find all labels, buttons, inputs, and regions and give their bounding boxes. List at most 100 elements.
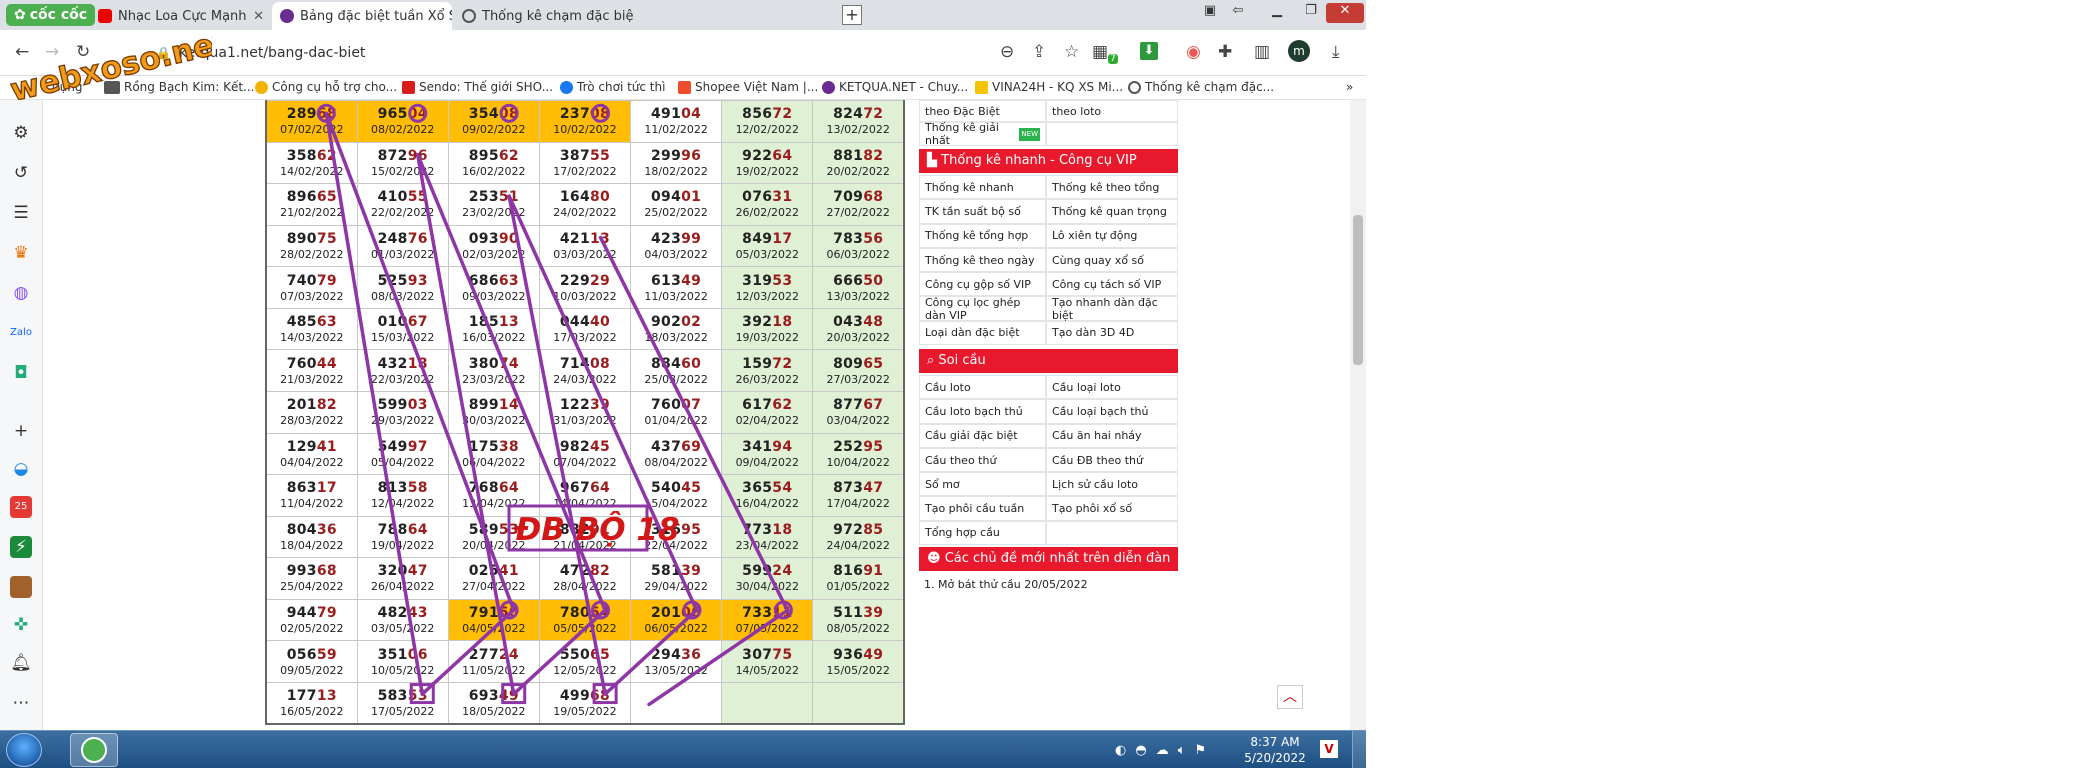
close-icon[interactable]: ✕	[253, 9, 264, 24]
sidebar-tool-link[interactable]: Sổ mơ	[919, 472, 1046, 497]
sidebar-tool-link[interactable]: Thống kê tổng hợp	[919, 223, 1046, 248]
link-theo-loto[interactable]: theo loto	[1046, 100, 1178, 122]
bookmark-vina24h[interactable]: VINA24H - KQ XS Mi...	[975, 80, 1123, 94]
sidebar-tool-link[interactable]: Thống kê quan trọng	[1046, 199, 1178, 224]
coccoc-logo[interactable]: ✿ cốc cốc	[6, 4, 96, 26]
windows-start-button[interactable]	[6, 733, 42, 767]
notification-v-icon[interactable]: V	[1320, 740, 1338, 758]
back-icon[interactable]: ←	[15, 42, 29, 62]
history-icon[interactable]: ↺	[10, 162, 32, 184]
result-cell: 85672 12/02/2022	[721, 100, 814, 143]
sidebar-tool-link[interactable]: Công cụ tách số VIP	[1046, 272, 1178, 297]
tab-thong-ke[interactable]: Thống kê chạm đặc biệt ngà ✕	[454, 2, 634, 30]
crown-icon[interactable]: ♛	[10, 242, 32, 264]
back-arrow-icon[interactable]: ⇦	[1228, 3, 1248, 23]
back-to-top-button[interactable]: ︿	[1277, 685, 1303, 709]
messenger-icon[interactable]: ◍	[10, 282, 32, 304]
sidebar-tool-link[interactable]: Cầu theo thứ	[919, 447, 1046, 473]
avatar[interactable]: m	[1288, 40, 1310, 62]
wifi-icon[interactable]: ◒	[10, 458, 32, 480]
sidebar-tool-link[interactable]: Công cụ gộp số VIP	[919, 272, 1046, 297]
forum-item[interactable]: 1. Mở bát thử cầu 20/05/2022	[919, 573, 1178, 595]
taskbar-clock[interactable]: 8:37 AM 5/20/2022	[1240, 734, 1310, 766]
gear-icon[interactable]: ⚙	[10, 122, 32, 144]
zoom-icon[interactable]: ⊖	[1000, 42, 1014, 62]
bookmark-thong-ke[interactable]: Thống kê chạm đặc...	[1128, 80, 1274, 94]
link-thong-ke-giai-nhat[interactable]: Thống kê giải nhất NEW	[919, 121, 1046, 147]
sidebar-tool-link[interactable]: Tạo phôi xổ số	[1046, 496, 1178, 521]
sale-icon[interactable]: 25	[10, 496, 32, 518]
reload-icon[interactable]: ↻	[76, 42, 90, 62]
sidebar-toggle-icon[interactable]: ▥	[1254, 42, 1270, 62]
result-cell: 04348 20/03/2022	[812, 307, 905, 351]
result-date: 05/04/2022	[371, 455, 435, 469]
lightning-icon[interactable]: ⚡	[10, 536, 32, 558]
share-icon[interactable]: ⇪	[1032, 42, 1046, 62]
bookmark-apps[interactable]: dụng	[52, 80, 82, 94]
bookmark-tro-choi[interactable]: Trò chơi tức thì	[560, 80, 665, 94]
bookmark-rong-bach-kim[interactable]: Rồng Bạch Kim: Kết...	[104, 80, 254, 94]
sidebar-tool-link[interactable]: Lịch sử cầu loto	[1046, 472, 1178, 497]
forward-icon[interactable]: →	[45, 42, 59, 62]
color-wheel-icon[interactable]: ◉	[1186, 42, 1201, 62]
sidebar-tool-link[interactable]: Cầu giải đặc biệt	[919, 423, 1046, 448]
chrome-extension-icon[interactable]: ✜	[10, 614, 32, 636]
bell-icon[interactable]: 🔔︎	[10, 652, 32, 674]
sidebar-tool-link[interactable]: Lô xiên tự động	[1046, 223, 1178, 248]
result-cell: 02541 27/04/2022	[447, 557, 540, 600]
window-icon[interactable]: ▣	[1200, 3, 1220, 23]
scrollbar-thumb[interactable]	[1353, 215, 1363, 365]
sidebar-tool-link[interactable]: Công cụ lọc ghép dàn VIP	[919, 296, 1046, 322]
bookmark-ketqua[interactable]: KETQUA.NET - Chuy...	[822, 80, 968, 94]
sidebar-tool-link[interactable]: Cầu loại loto	[1046, 375, 1178, 400]
close-window-button[interactable]: ✕	[1326, 3, 1364, 23]
new-tab-button[interactable]: +	[842, 5, 862, 25]
sidebar-tool-link[interactable]: Tạo phôi cầu tuần	[919, 496, 1046, 521]
sidebar-tool-link[interactable]: Loại dàn đặc biệt	[919, 320, 1046, 346]
more-icon[interactable]: ⋯	[10, 692, 32, 714]
game-avatar-icon[interactable]	[10, 576, 32, 598]
taskbar-coccoc-app[interactable]	[70, 733, 118, 767]
network-globe-icon[interactable]: ◐	[1115, 743, 1126, 758]
url-text[interactable]: ketqua1.net/bang-dac-biet	[179, 45, 365, 61]
cloud-icon[interactable]: ☁	[1156, 743, 1169, 758]
sidebar-tool-link[interactable]: Cầu ĐB theo thứ	[1046, 447, 1178, 473]
bookmark-shopee[interactable]: Shopee Việt Nam |...	[678, 80, 818, 94]
tray-app-icon[interactable]: ◓	[1135, 743, 1146, 758]
star-icon[interactable]: ☆	[1064, 42, 1079, 62]
sidebar-tool-link[interactable]: Tạo nhanh dàn đặc biệt	[1046, 296, 1178, 322]
sidebar-tool-link[interactable]: Tạo dàn 3D 4D	[1046, 320, 1178, 346]
link-theo-dac-biet[interactable]: theo Đặc Biệt	[919, 100, 1046, 122]
download-green-icon[interactable]: ⬇	[1140, 42, 1158, 60]
sidebar-tool-link[interactable]: TK tần suất bộ số	[919, 199, 1046, 224]
bookmark-sendo[interactable]: Sendo: Thế giới SHO...	[402, 80, 553, 94]
restore-button[interactable]: ❐	[1296, 3, 1326, 23]
minimize-button[interactable]: ▁	[1262, 3, 1292, 23]
tab-bang-dac-biet[interactable]: Bảng đặc biệt tuần Xổ Số Tru ✕	[272, 2, 452, 30]
sidebar-tool-link[interactable]: Cầu ăn hai nháy	[1046, 423, 1178, 448]
sidebar-tool-link[interactable]: Cầu loto	[919, 375, 1046, 400]
list-icon[interactable]: ☰	[10, 202, 32, 224]
sidebar-tool-link[interactable]: Cùng quay xổ số	[1046, 247, 1178, 273]
sidebar-tool-link[interactable]: Thống kê theo tổng	[1046, 175, 1178, 200]
speaker-icon[interactable]: 🔈︎	[1178, 743, 1186, 758]
tab-youtube[interactable]: Nhạc Loa Cực Mạnh ✕	[90, 2, 272, 30]
show-desktop-button[interactable]	[1352, 731, 1366, 768]
result-cell: 31695 22/04/2022	[630, 515, 723, 559]
flag-icon[interactable]: ⚑	[1195, 743, 1207, 758]
scrollbar[interactable]	[1350, 100, 1366, 730]
sidebar-tool-link[interactable]: Tổng hợp cầu	[919, 520, 1046, 546]
address-bar[interactable]: 🔒 ketqua1.net/bang-dac-biet	[156, 39, 1136, 67]
add-icon[interactable]: +	[10, 420, 32, 442]
sidebar-tool-link[interactable]: Cầu loại bạch thủ	[1046, 399, 1178, 424]
bookmarks-more-button[interactable]: »	[1346, 80, 1353, 94]
zalo-icon[interactable]: Zalo	[10, 322, 32, 344]
bookmark-cong-cu[interactable]: Công cụ hỗ trợ cho...	[255, 80, 397, 94]
sidebar-tool-link[interactable]: Thống kê theo ngày	[919, 247, 1046, 273]
puzzle-icon[interactable]: ✚	[1218, 42, 1232, 62]
gamepad-icon[interactable]: ◘	[10, 362, 32, 384]
sidebar-tool-link[interactable]: Thống kê nhanh	[919, 175, 1046, 200]
extension-icon[interactable]: ▦ 7	[1092, 42, 1118, 65]
sidebar-tool-link[interactable]: Cầu loto bạch thủ	[919, 399, 1046, 424]
downloads-icon[interactable]: ⤓	[1332, 42, 1340, 62]
